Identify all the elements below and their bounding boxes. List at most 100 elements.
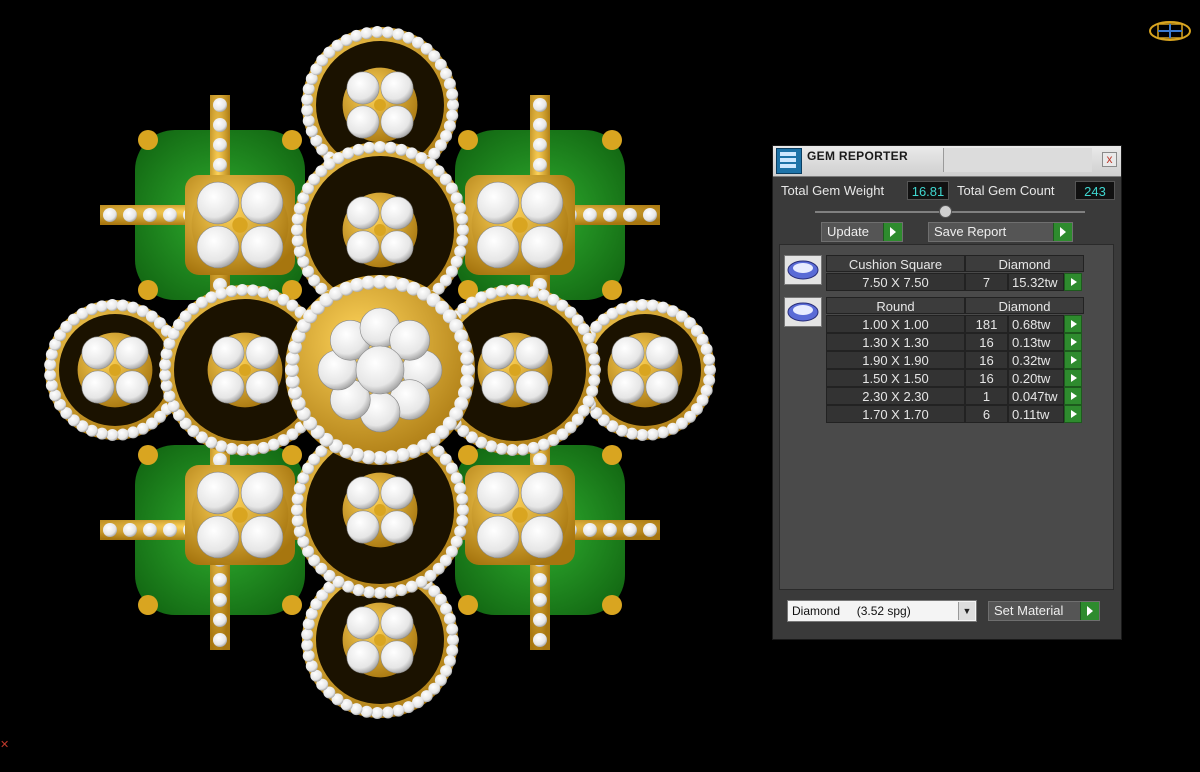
diamond	[211, 336, 245, 370]
pave-diamond	[225, 442, 238, 455]
pave-diamond	[44, 369, 57, 382]
diamond	[380, 606, 414, 640]
bar-diamond	[213, 118, 227, 132]
bar-diamond	[143, 523, 157, 537]
pave-diamond	[456, 493, 469, 506]
pave-diamond	[301, 639, 314, 652]
jewelry-model[interactable]	[0, 0, 760, 772]
group-shape: Round	[826, 297, 965, 314]
select-row-button[interactable]	[1064, 387, 1082, 405]
view-cube-icon[interactable]	[1148, 16, 1196, 46]
3d-viewport[interactable]	[0, 0, 760, 772]
pave-diamond	[374, 587, 386, 599]
diamond	[380, 510, 414, 544]
bar-diamond	[213, 453, 227, 467]
pave-diamond	[360, 705, 373, 718]
gold-bead	[458, 445, 478, 465]
update-button-label: Update	[827, 224, 869, 239]
pave-diamond	[236, 284, 249, 297]
bar-diamond	[583, 523, 597, 537]
chevron-down-icon[interactable]: ▼	[958, 602, 975, 620]
pave-diamond	[302, 83, 315, 96]
pave-diamond	[352, 143, 365, 156]
pave-diamond	[106, 428, 119, 441]
pave-diamond	[517, 443, 530, 456]
diamond	[240, 515, 284, 559]
set-material-button[interactable]: Set Material	[988, 601, 1100, 621]
gold-bead	[602, 595, 622, 615]
bar-diamond	[213, 593, 227, 607]
close-button[interactable]: x	[1102, 152, 1117, 167]
gem-weight: 0.11tw	[1008, 405, 1064, 423]
select-row-button[interactable]	[1064, 351, 1082, 369]
diamond	[245, 336, 279, 370]
gem-weight: 15.32tw	[1008, 273, 1064, 291]
save-report-button[interactable]: Save Report	[928, 222, 1073, 242]
update-button[interactable]: Update	[821, 222, 903, 242]
pave-diamond	[537, 438, 550, 451]
gem-weight: 0.20tw	[1008, 369, 1064, 387]
bar-diamond	[213, 98, 227, 112]
pave-diamond	[293, 525, 306, 538]
select-row-button[interactable]	[1064, 405, 1082, 423]
gem-weight: 0.68tw	[1008, 315, 1064, 333]
pave-diamond	[700, 343, 713, 356]
select-row-button[interactable]	[1064, 273, 1082, 291]
panel-slider-thumb[interactable]	[939, 205, 952, 218]
round-gem-icon	[784, 297, 822, 327]
bar-diamond	[123, 208, 137, 222]
pave-diamond	[293, 202, 306, 215]
pave-diamond	[485, 287, 498, 300]
select-row-button[interactable]	[1064, 333, 1082, 351]
diamond	[380, 476, 414, 510]
pave-diamond	[657, 426, 670, 439]
gem-count: 16	[965, 369, 1008, 387]
pave-diamond	[225, 285, 238, 298]
gem-count: 16	[965, 333, 1008, 351]
gold-bead	[138, 130, 158, 150]
diamond	[380, 196, 414, 230]
panel-title-bar[interactable]: GEM REPORTER x	[773, 146, 1121, 177]
pave-diamond	[45, 379, 58, 392]
pave-diamond	[636, 299, 649, 312]
diamond	[346, 71, 380, 105]
pave-diamond	[160, 379, 173, 392]
material-select[interactable]: Diamond (3.52 spg) ▼	[787, 600, 977, 622]
pave-diamond	[527, 286, 540, 299]
pave-diamond	[350, 29, 363, 42]
select-row-button[interactable]	[1064, 369, 1082, 387]
pave-diamond	[363, 586, 376, 599]
pave-diamond	[506, 284, 519, 297]
diamond	[81, 336, 115, 370]
pave-diamond	[44, 358, 57, 371]
pave-diamond	[159, 358, 172, 371]
gem-weight: 0.13tw	[1008, 333, 1064, 351]
pave-diamond	[215, 287, 228, 300]
pave-diamond	[703, 374, 716, 387]
material-select-value: Diamond (3.52 spg)	[792, 604, 911, 618]
pave-diamond	[454, 202, 467, 215]
diamond	[346, 640, 380, 674]
gem-count: 7	[965, 273, 1008, 291]
bar-diamond	[533, 613, 547, 627]
pave-diamond	[291, 234, 304, 247]
group-shape: Cushion Square	[826, 255, 965, 272]
diamond	[515, 336, 549, 370]
select-row-button[interactable]	[1064, 315, 1082, 333]
bar-diamond	[533, 593, 547, 607]
pave-diamond	[95, 300, 108, 313]
gem-reporter-app-icon	[776, 148, 802, 174]
pave-diamond	[267, 438, 280, 451]
pave-diamond	[703, 353, 716, 366]
gold-bead	[138, 280, 158, 300]
pave-diamond	[159, 369, 172, 382]
pave-diamond	[301, 93, 314, 106]
diamond	[476, 225, 520, 269]
pave-diamond	[447, 634, 459, 646]
bar-diamond	[533, 158, 547, 172]
prong	[512, 507, 528, 523]
bar-diamond	[643, 208, 657, 222]
gem-count: 1	[965, 387, 1008, 405]
pave-diamond	[291, 493, 304, 506]
pave-diamond	[589, 364, 601, 376]
